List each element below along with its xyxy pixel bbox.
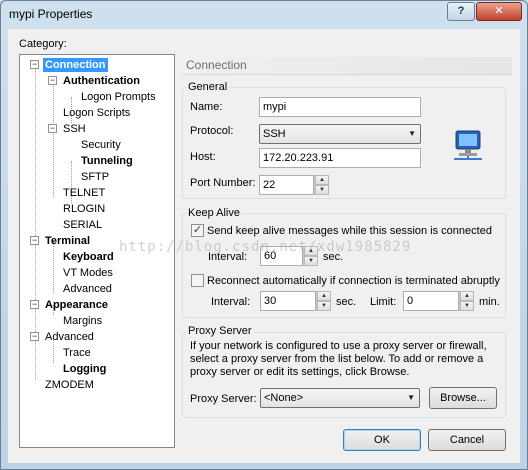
tree-item-logon-scripts[interactable]: Logon Scripts [63, 106, 130, 120]
port-label: Port Number: [190, 177, 256, 189]
reconnect-label: Reconnect automatically if connection is… [207, 275, 500, 287]
down-arrow-icon[interactable]: ▼ [315, 185, 329, 195]
tree-item-terminal[interactable]: Terminal [45, 234, 90, 248]
limit-label: Limit: [370, 296, 397, 308]
chevron-down-icon: ▼ [408, 129, 416, 138]
protocol-label: Protocol: [190, 125, 234, 137]
panel-header: Connection [182, 57, 512, 75]
tree-line [53, 81, 54, 197]
properties-window: mypi Properties ? ✕ Category: − − − − − … [0, 0, 528, 470]
general-group-title: General [186, 81, 230, 93]
ok-button[interactable]: OK [343, 429, 421, 451]
tree-item-connection[interactable]: Connection [43, 58, 108, 72]
proxy-group-title: Proxy Server [186, 325, 254, 337]
close-button[interactable]: ✕ [476, 2, 522, 21]
collapse-icon[interactable]: − [30, 300, 39, 309]
proxy-server-label: Proxy Server: [190, 393, 257, 405]
reconnect-checkbox[interactable] [191, 274, 204, 287]
cancel-button[interactable]: Cancel [428, 429, 506, 451]
port-field[interactable]: 22 [259, 175, 314, 195]
proxy-server-value: <None> [264, 392, 304, 404]
tree-item-trace[interactable]: Trace [63, 346, 91, 360]
keepalive-checkbox[interactable]: ✓ [191, 224, 204, 237]
protocol-select[interactable]: SSH ▼ [259, 124, 421, 144]
chevron-down-icon: ▼ [407, 393, 415, 402]
tree-item-logging[interactable]: Logging [63, 362, 106, 376]
tree-item-logon-prompts[interactable]: Logon Prompts [81, 90, 156, 104]
tree-item-ssh[interactable]: SSH [63, 122, 86, 136]
limit-field[interactable]: 0 [403, 291, 459, 311]
reconnect-interval-label: Interval: [211, 296, 251, 308]
window-title: mypi Properties [9, 7, 93, 21]
collapse-icon[interactable]: − [30, 236, 39, 245]
browse-button[interactable]: Browse... [429, 387, 497, 409]
name-label: Name: [190, 101, 223, 113]
tree-item-serial[interactable]: SERIAL [63, 218, 102, 232]
host-label: Host: [190, 151, 216, 163]
title-bar: mypi Properties ? ✕ [1, 1, 527, 29]
reconnect-interval-stepper[interactable]: ▲ ▼ [316, 291, 331, 311]
tree-item-zmodem[interactable]: ZMODEM [45, 378, 94, 392]
keepalive-label: Send keep alive messages while this sess… [207, 225, 492, 237]
down-arrow-icon[interactable]: ▼ [460, 301, 474, 311]
tree-item-advanced[interactable]: Advanced [45, 330, 94, 344]
name-field[interactable]: mypi [259, 97, 421, 117]
help-button[interactable]: ? [447, 2, 475, 21]
tree-line [53, 241, 54, 293]
tree-item-terminal-advanced[interactable]: Advanced [63, 282, 112, 296]
network-computer-icon [454, 130, 482, 160]
limit-stepper[interactable]: ▲ ▼ [459, 291, 474, 311]
keepalive-group-title: Keep Alive [186, 207, 242, 219]
up-arrow-icon[interactable]: ▲ [460, 291, 474, 301]
down-arrow-icon[interactable]: ▼ [317, 301, 331, 311]
watermark: http://blog.csdn.net/xdw1985829 [119, 239, 412, 255]
tree-item-rlogin[interactable]: RLOGIN [63, 202, 105, 216]
collapse-icon[interactable]: − [48, 76, 57, 85]
port-stepper[interactable]: ▲ ▼ [314, 175, 329, 195]
down-arrow-icon[interactable]: ▼ [304, 256, 318, 266]
proxy-description: If your network is configured to use a p… [190, 340, 487, 378]
tree-item-keyboard[interactable]: Keyboard [63, 250, 114, 264]
collapse-icon[interactable]: − [30, 60, 39, 69]
collapse-icon[interactable]: − [30, 332, 39, 341]
up-arrow-icon[interactable]: ▲ [317, 291, 331, 301]
tree-item-appearance[interactable]: Appearance [45, 298, 108, 312]
protocol-value: SSH [263, 128, 286, 140]
reconnect-interval-field[interactable]: 30 [260, 291, 316, 311]
tree-item-tunneling[interactable]: Tunneling [81, 154, 133, 168]
host-field[interactable]: 172.20.223.91 [259, 148, 421, 168]
category-label: Category: [19, 38, 67, 50]
tree-item-security[interactable]: Security [81, 138, 121, 152]
tree-item-sftp[interactable]: SFTP [81, 170, 109, 184]
tree-item-telnet[interactable]: TELNET [63, 186, 105, 200]
limit-unit: min. [479, 296, 500, 308]
proxy-server-select[interactable]: <None> ▼ [260, 388, 420, 408]
reconnect-interval-unit: sec. [336, 296, 357, 308]
tree-item-vt-modes[interactable]: VT Modes [63, 266, 113, 280]
collapse-icon[interactable]: − [48, 124, 57, 133]
tree-item-margins[interactable]: Margins [63, 314, 102, 328]
tree-item-authentication[interactable]: Authentication [63, 74, 140, 88]
up-arrow-icon[interactable]: ▲ [315, 175, 329, 185]
